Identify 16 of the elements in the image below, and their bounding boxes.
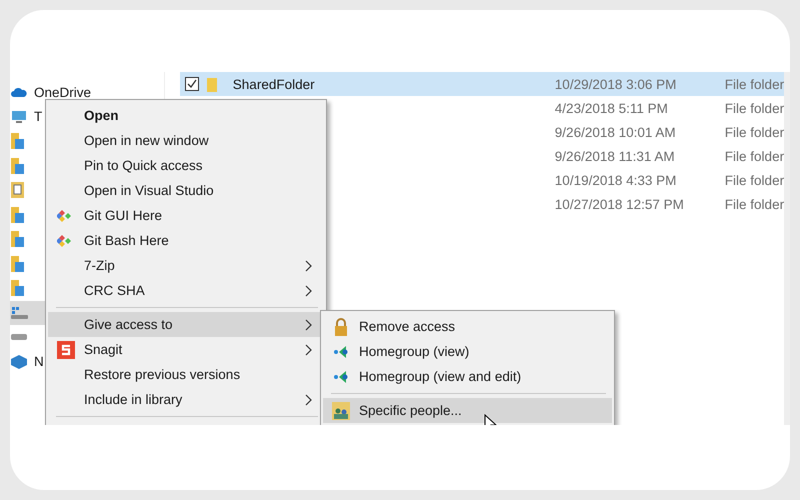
file-date: 9/26/2018 11:31 AM: [554, 148, 676, 164]
file-type: File folder: [724, 148, 784, 164]
sidebar-label: OneDrive: [34, 84, 92, 100]
file-type: File folder: [724, 76, 784, 92]
file-type: File folder: [724, 124, 784, 140]
file-date: 4/23/2018 5:11 PM: [554, 100, 669, 116]
file-type: File folder: [724, 196, 784, 212]
file-date: 9/26/2018 10:01 AM: [554, 124, 677, 140]
file-type: File folder: [724, 100, 784, 116]
sidebar-label: N: [34, 354, 44, 370]
sidebar-label: T: [34, 109, 42, 124]
file-name: SharedFolder: [232, 76, 315, 92]
file-type: File folder: [724, 172, 784, 188]
file-date: 10/29/2018 3:06 PM: [554, 76, 678, 92]
file-date: 10/19/2018 4:33 PM: [554, 172, 678, 188]
file-date: 10/27/2018 12:57 PM: [554, 196, 685, 212]
